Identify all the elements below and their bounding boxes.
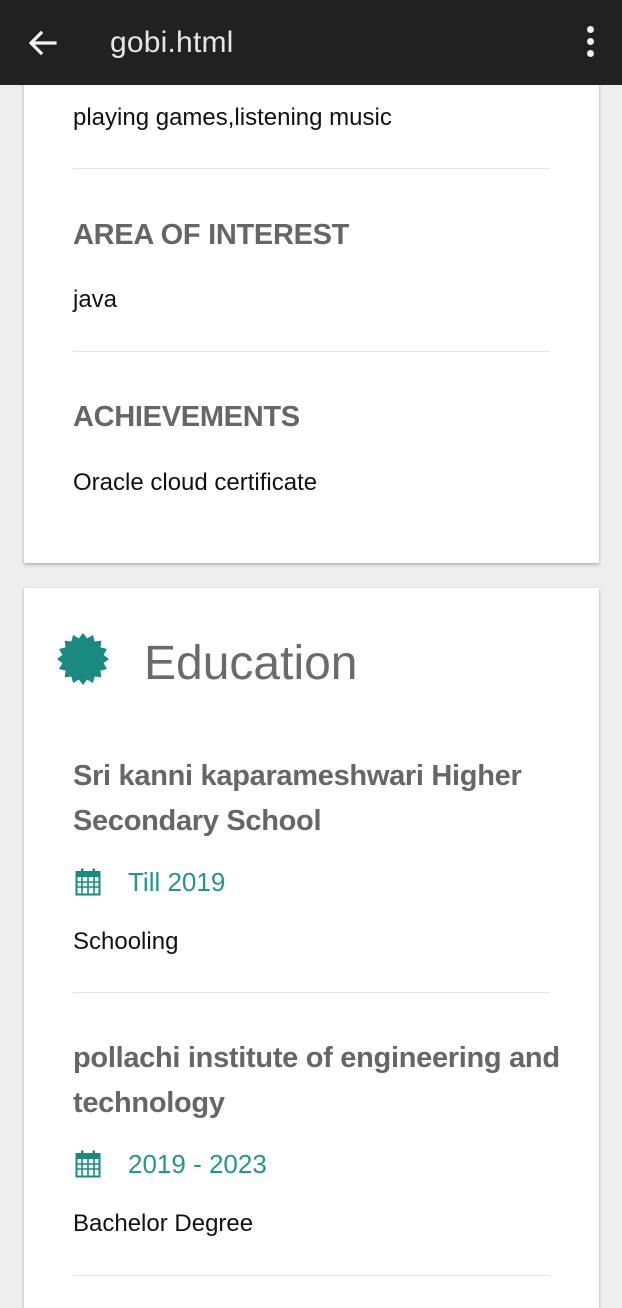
overflow-menu-button[interactable] xyxy=(578,26,602,60)
hobbies-text: playing games,listening music xyxy=(73,104,392,131)
achievements-text: Oracle cloud certificate xyxy=(73,469,318,496)
divider xyxy=(73,1275,550,1276)
achievements-heading: ACHIEVEMENTS xyxy=(73,401,300,433)
calendar-icon xyxy=(75,1150,101,1178)
divider xyxy=(73,992,550,993)
education-card: Education Sri kanni kaparameshwari Highe… xyxy=(24,588,599,1308)
app-title: gobi.html xyxy=(110,26,234,59)
school-name: pollachi institute of engineering and te… xyxy=(73,1042,560,1119)
divider xyxy=(73,351,550,352)
more-vert-icon xyxy=(578,26,602,57)
profile-details-card: playing games,listening music AREA OF IN… xyxy=(24,60,599,563)
back-arrow-icon xyxy=(28,30,57,56)
education-date: 2019 - 2023 xyxy=(128,1149,267,1179)
app-bar: gobi.html xyxy=(0,0,622,85)
badge-icon xyxy=(57,633,109,685)
education-date: Till 2019 xyxy=(128,867,226,897)
education-title: Education xyxy=(144,637,358,690)
area-of-interest-heading: AREA OF INTEREST xyxy=(73,219,350,251)
area-of-interest-text: java xyxy=(73,286,118,313)
education-detail: Schooling xyxy=(73,928,179,955)
school-name: Sri kanni kaparameshwari Higher Secondar… xyxy=(73,760,522,837)
back-button[interactable] xyxy=(22,22,64,64)
education-detail: Bachelor Degree xyxy=(73,1210,254,1237)
divider xyxy=(73,168,550,169)
calendar-icon xyxy=(75,868,101,896)
